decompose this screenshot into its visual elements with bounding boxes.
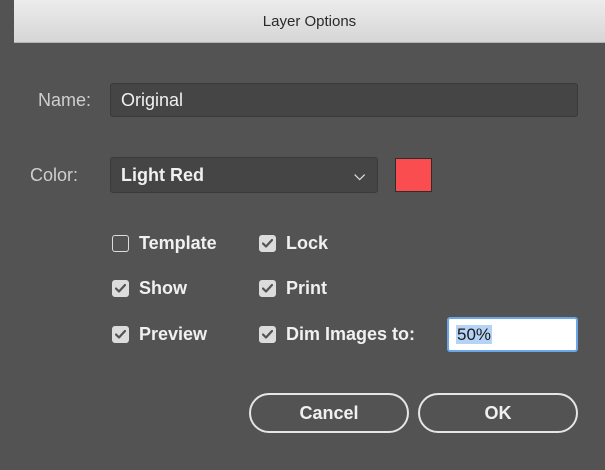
template-checkbox[interactable]: Template — [112, 231, 217, 255]
checkmark-icon — [262, 283, 273, 293]
layer-options-dialog: Layer Options Name: Original Color: Ligh… — [0, 0, 605, 470]
preview-checkbox[interactable]: Preview — [112, 322, 207, 346]
checkmark-icon — [115, 283, 126, 293]
template-checkbox-label: Template — [139, 232, 217, 253]
name-label: Name: — [38, 90, 92, 110]
dim-images-percent-input[interactable]: 50% — [447, 317, 578, 352]
checkmark-icon — [115, 329, 126, 339]
template-checkbox-box[interactable] — [112, 234, 129, 252]
print-checkbox-label: Print — [286, 277, 328, 298]
cancel-button[interactable]: Cancel — [249, 393, 409, 433]
chevron-down-icon: ⌵ — [354, 167, 365, 183]
color-swatch[interactable] — [395, 158, 432, 192]
checkmark-icon — [262, 329, 273, 339]
preview-checkbox-box[interactable] — [112, 325, 129, 343]
show-checkbox-box[interactable] — [112, 279, 129, 297]
dialog-title: Layer Options — [262, 13, 357, 30]
title-bar[interactable]: Layer Options — [14, 0, 605, 43]
show-checkbox[interactable]: Show — [112, 276, 187, 300]
print-checkbox[interactable]: Print — [259, 276, 327, 300]
ok-button[interactable]: OK — [418, 393, 578, 433]
dim-images-checkbox-box[interactable] — [259, 325, 276, 343]
preview-checkbox-label: Preview — [139, 323, 208, 344]
show-checkbox-label: Show — [139, 277, 187, 298]
color-select-value: Light Red — [121, 165, 204, 185]
dim-images-percent-value: 50% — [456, 325, 493, 344]
color-label: Color: — [30, 165, 79, 185]
color-select[interactable]: Light Red ⌵ — [110, 157, 378, 193]
print-checkbox-box[interactable] — [259, 279, 276, 297]
dim-images-checkbox[interactable]: Dim Images to: — [259, 322, 415, 346]
dim-images-checkbox-label: Dim Images to: — [286, 323, 416, 344]
lock-checkbox-label: Lock — [286, 232, 329, 253]
checkmark-icon — [262, 238, 273, 248]
lock-checkbox[interactable]: Lock — [259, 231, 328, 255]
lock-checkbox-box[interactable] — [259, 234, 276, 252]
name-input[interactable]: Original — [110, 83, 578, 117]
